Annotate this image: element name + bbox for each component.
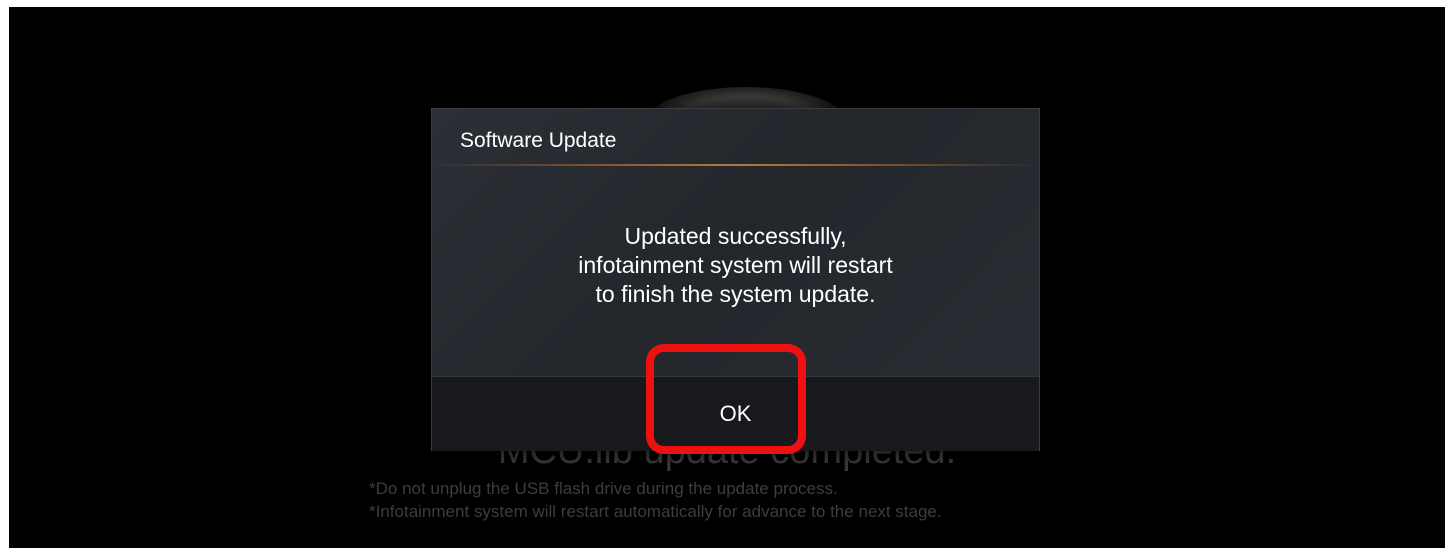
ok-button[interactable]: OK [656,377,816,451]
dialog-message: Updated successfully, infotainment syste… [432,222,1039,309]
note-usb-warning: *Do not unplug the USB flash drive durin… [369,479,838,498]
message-line: infotainment system will restart [578,252,893,278]
message-line: to finish the system update. [595,281,876,307]
dialog-title: Software Update [460,129,617,152]
software-update-dialog: Software Update Updated successfully, in… [431,108,1040,451]
dialog-divider [432,164,1039,166]
message-line: Updated successfully, [624,223,847,249]
background-notes: *Do not unplug the USB flash drive durin… [369,477,942,523]
infotainment-screen: MCU.lib update completed. *Do not unplug… [9,7,1445,548]
note-auto-restart: *Infotainment system will restart automa… [369,502,942,521]
dialog-footer: OK [432,376,1039,451]
